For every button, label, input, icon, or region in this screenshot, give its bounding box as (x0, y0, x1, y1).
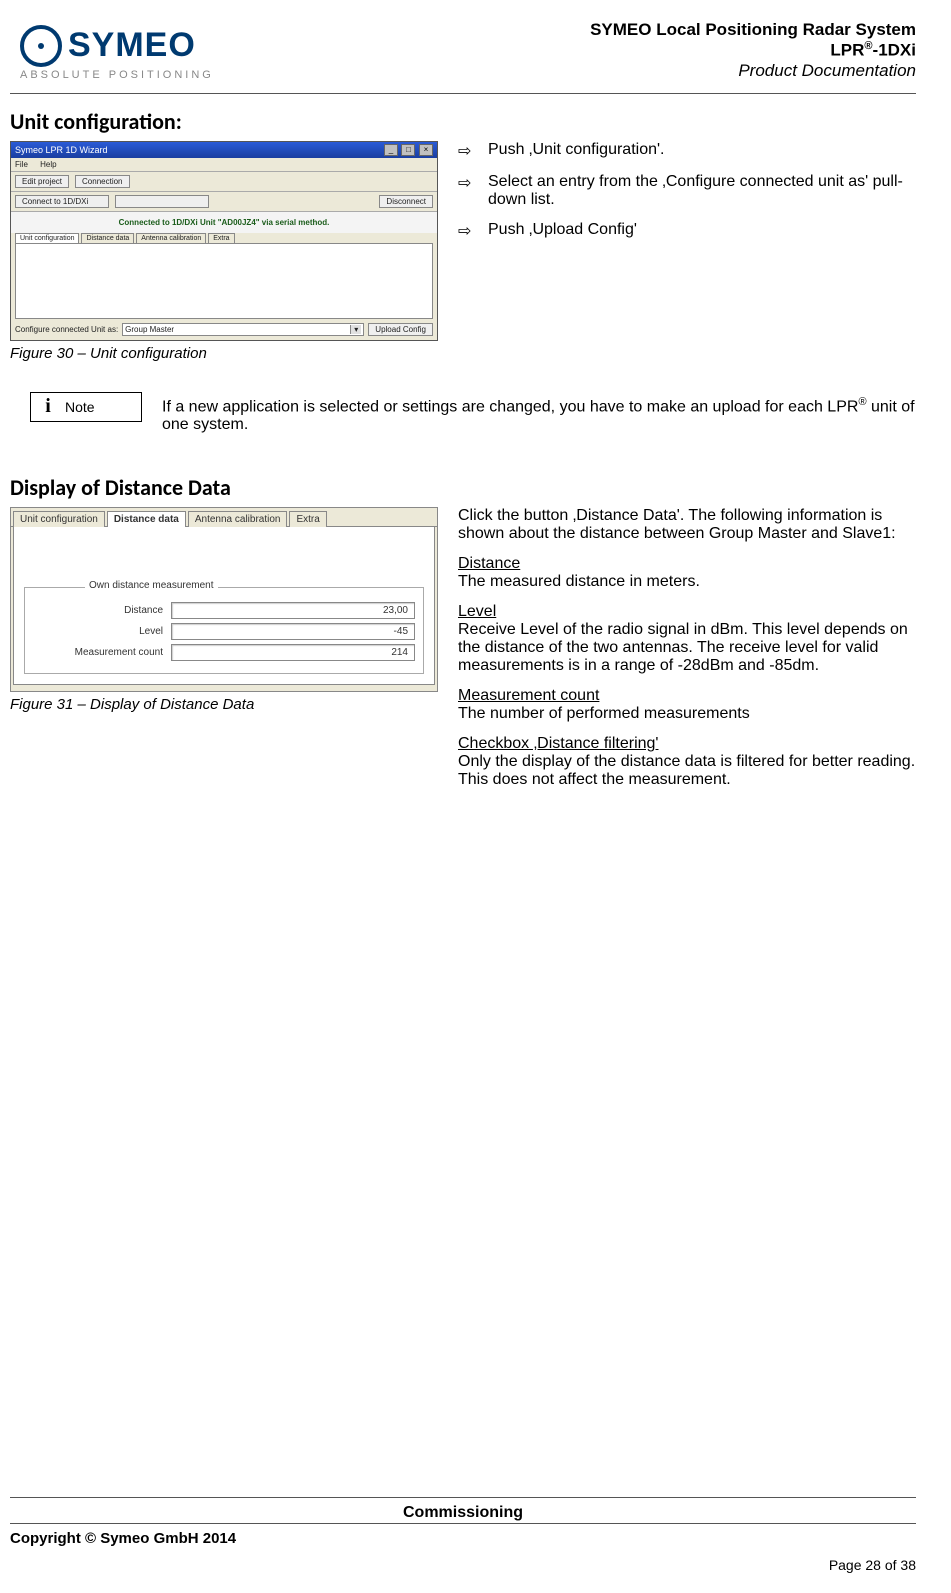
arrow-icon: ⇨ (458, 173, 476, 209)
definitions: Click the button ‚Distance Data'. The fo… (458, 507, 916, 801)
defs-intro: Click the button ‚Distance Data'. The fo… (458, 507, 916, 543)
configure-as-select[interactable]: Group Master ▾ (122, 323, 364, 336)
doc-title-line2: LPR®-1DXi (590, 40, 916, 61)
doc-title-line3: Product Documentation (590, 61, 916, 81)
page-footer: Commissioning Copyright © Symeo GmbH 201… (10, 1497, 916, 1573)
def-checkbox-filtering: Only the display of the distance data is… (458, 753, 915, 788)
logo-tagline: ABSOLUTE POSITIONING (20, 69, 214, 81)
connect-button[interactable]: Connect to 1D/DXi (15, 195, 109, 208)
footer-copyright: Copyright © Symeo GmbH 2014 (10, 1530, 236, 1547)
def-distance: The measured distance in meters. (458, 573, 700, 590)
arrow-icon: ⇨ (458, 141, 476, 161)
note-badge: i Note (30, 392, 142, 422)
group-legend: Own distance measurement (85, 580, 218, 591)
instruction-item: Push ‚Unit configuration'. (488, 141, 664, 161)
measurement-count-value: 214 (171, 644, 415, 661)
level-value: -45 (171, 623, 415, 640)
logo-word: SYMEO (68, 26, 196, 65)
header-divider (10, 93, 916, 94)
tab-distance-data[interactable]: Distance data (81, 233, 134, 243)
upload-config-button[interactable]: Upload Config (368, 323, 433, 336)
section-heading-unit-config: Unit configuration: (10, 108, 916, 135)
def-measurement-count: The number of performed measurements (458, 705, 750, 722)
note-block: i Note If a new application is selected … (30, 392, 916, 434)
instruction-list: ⇨ Push ‚Unit configuration'. ⇨ Select an e… (458, 141, 916, 241)
screenshot-distance: Unit configuration Distance data Antenna… (10, 507, 438, 692)
tab-extra[interactable]: Extra (289, 511, 326, 527)
configure-as-label: Configure connected Unit as: (15, 325, 118, 334)
menu-help[interactable]: Help (40, 160, 56, 169)
chevron-down-icon: ▾ (350, 325, 361, 334)
info-icon: i (31, 395, 65, 418)
term-level: Level (458, 603, 496, 620)
connection-button[interactable]: Connection (75, 175, 129, 188)
tab-antenna-calibration[interactable]: Antenna calibration (136, 233, 206, 243)
term-checkbox-filtering: Checkbox ‚Distance filtering' (458, 735, 658, 752)
measurement-count-label: Measurement count (33, 647, 171, 658)
configure-as-value: Group Master (125, 325, 174, 334)
close-icon[interactable]: × (419, 144, 433, 156)
minimize-icon[interactable]: _ (384, 144, 398, 156)
figure-30-caption: Figure 30 – Unit configuration (10, 345, 440, 362)
maximize-icon[interactable]: □ (401, 144, 415, 156)
note-label: Note (65, 399, 95, 415)
tab-unit-configuration[interactable]: Unit configuration (13, 511, 105, 527)
term-distance: Distance (458, 555, 520, 572)
wizard-body (15, 243, 433, 319)
disconnect-button[interactable]: Disconnect (379, 195, 433, 208)
screenshot-wizard: Symeo LPR 1D Wizard _ □ × File Help Edit… (10, 141, 438, 341)
level-label: Level (33, 626, 171, 637)
tab-unit-configuration[interactable]: Unit configuration (15, 233, 79, 243)
doc-title-line1: SYMEO Local Positioning Radar System (590, 20, 916, 40)
secondary-button[interactable] (115, 195, 209, 208)
footer-page-number: Page 28 of 38 (10, 1557, 916, 1573)
tab-distance-data[interactable]: Distance data (107, 511, 186, 527)
connection-status: Connected to 1D/DXi Unit "AD00JZ4" via s… (11, 212, 437, 233)
instruction-item: Select an entry from the ‚Configure conn… (488, 173, 916, 209)
tab-extra[interactable]: Extra (208, 233, 234, 243)
page-header: SYMEO ABSOLUTE POSITIONING SYMEO Local P… (10, 20, 916, 81)
instruction-item: Push ‚Upload Config' (488, 221, 637, 241)
arrow-icon: ⇨ (458, 221, 476, 241)
term-measurement-count: Measurement count (458, 687, 599, 704)
figure-31-caption: Figure 31 – Display of Distance Data (10, 696, 440, 713)
edit-project-button[interactable]: Edit project (15, 175, 69, 188)
distance-value: 23,00 (171, 602, 415, 619)
menu-file[interactable]: File (15, 160, 28, 169)
logo-mark-icon (20, 25, 62, 67)
distance-label: Distance (33, 605, 171, 616)
footer-section-name: Commissioning (10, 1504, 916, 1522)
window-controls: _ □ × (383, 144, 433, 156)
wizard-title: Symeo LPR 1D Wizard (15, 145, 108, 155)
note-text: If a new application is selected or sett… (162, 392, 916, 434)
tab-antenna-calibration[interactable]: Antenna calibration (188, 511, 288, 527)
section-heading-distance: Display of Distance Data (10, 474, 916, 501)
def-level: Receive Level of the radio signal in dBm… (458, 621, 908, 674)
doc-title-block: SYMEO Local Positioning Radar System LPR… (590, 20, 916, 81)
own-distance-group: Own distance measurement Distance 23,00 … (24, 587, 424, 674)
logo: SYMEO ABSOLUTE POSITIONING (20, 25, 214, 81)
